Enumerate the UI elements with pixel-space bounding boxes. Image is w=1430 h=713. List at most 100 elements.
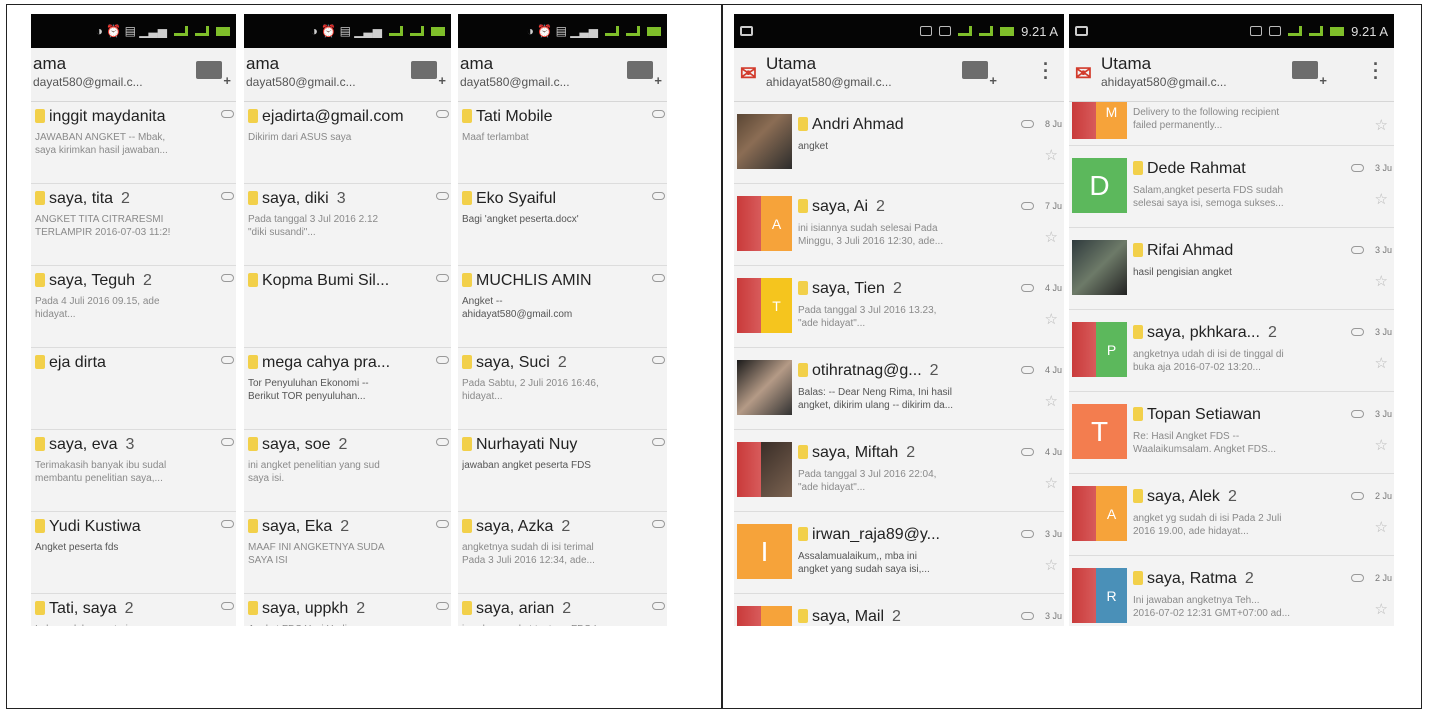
message-row[interactable]: inggit maydanita JAWABAN ANGKET -- Mbak, … [31, 102, 236, 184]
message-row[interactable]: Eko Syaiful Bagi 'angket peserta.docx' [458, 184, 667, 266]
message-row[interactable]: saya, Eka 2 MAAF INI ANGKETNYA SUDA SAYA I… [244, 512, 451, 594]
star-icon[interactable]: ☆ [1045, 228, 1058, 246]
star-icon[interactable]: ☆ [1375, 116, 1388, 134]
star-icon[interactable]: ☆ [1375, 600, 1388, 618]
sender-avatar[interactable]: D [1072, 158, 1127, 213]
sender-avatar[interactable]: T [737, 278, 792, 333]
message-row[interactable]: Msaya, Mail23 Ju☆ [734, 594, 1064, 626]
star-icon[interactable]: ☆ [1375, 272, 1388, 290]
star-icon[interactable]: ☆ [1045, 474, 1058, 492]
compose-icon[interactable] [1292, 61, 1327, 88]
avatar-tile: P [1096, 322, 1127, 377]
sender-avatar[interactable]: P [1072, 322, 1127, 377]
message-row[interactable]: saya, uppkh 2 Angket FDS Yoni Hudiarmawa [244, 594, 451, 626]
message-list[interactable]: Tati Mobile Maaf terlambat Eko Syaiful Bagi… [458, 102, 667, 626]
message-snippet: Terimakasih banyak ibu sudal membantu pe… [35, 460, 167, 484]
thread-count: 2 [356, 600, 366, 617]
star-icon[interactable]: ☆ [1375, 190, 1388, 208]
message-row[interactable]: Kopma Bumi Sil... [244, 266, 451, 348]
sender-name: saya, eva [49, 436, 118, 453]
message-row[interactable]: Yudi Kustiwa Angket peserta fds [31, 512, 236, 594]
star-icon[interactable]: ☆ [1045, 310, 1058, 328]
message-list[interactable]: M Delivery to the following recipient fai… [1069, 102, 1394, 626]
sender-avatar[interactable] [737, 360, 792, 415]
sender-avatar[interactable]: M [1072, 102, 1127, 139]
message-row[interactable]: Psaya, pkhkara... 2 3 Ju angketnya udah di … [1069, 310, 1394, 392]
message-row[interactable]: Rsaya, Ratma 2 2 Ju Ini jawaban angketnya T… [1069, 556, 1394, 626]
message-row[interactable]: saya, arian 2 jawaban angket tentang FDS I [458, 594, 667, 626]
sender-avatar[interactable]: A [1072, 486, 1127, 541]
message-row[interactable]: ejadirta@gmail.com Dikirim dari ASUS saya [244, 102, 451, 184]
message-row[interactable]: Rifai Ahmad 3 Ju hasil pengisian angket ☆ [1069, 228, 1394, 310]
message-row[interactable]: saya, Azka 2 angketnya sudah di isi terima… [458, 512, 667, 594]
avatar-letter: R [1106, 587, 1117, 604]
star-icon[interactable]: ☆ [1375, 354, 1388, 372]
message-row[interactable]: Nurhayati Nuy jawaban angket peserta FDS [458, 430, 667, 512]
attachment-icon [1021, 612, 1034, 620]
message-row[interactable]: saya, diki 3 Pada tanggal 3 Jul 2016 2.12 … [244, 184, 451, 266]
message-row[interactable]: MUCHLIS AMIN Angket -- ahidayat580@gmail.… [458, 266, 667, 348]
account-email[interactable]: dayat580@gmail.c... [33, 75, 143, 89]
message-row[interactable]: saya, eva 3 Terimakasih banyak ibu sudal m… [31, 430, 236, 512]
compose-icon[interactable] [411, 61, 446, 88]
battery-icon [647, 26, 661, 36]
message-row[interactable]: Asaya, Ai 2 7 Ju ini isiannya sudah selesai… [734, 184, 1064, 266]
sender-avatar[interactable]: A [737, 196, 792, 251]
star-icon[interactable]: ☆ [1375, 436, 1388, 454]
message-row[interactable]: saya, Miftah 2 4 Ju Pada tanggal 3 Jul 2016… [734, 430, 1064, 512]
message-row[interactable]: Tsaya, Tien 2 4 Ju Pada tanggal 3 Jul 2016 … [734, 266, 1064, 348]
thread-count: 2 [562, 600, 572, 617]
message-row[interactable]: T Topan Setiawan 3 Ju Re: Hasil Angket FDS … [1069, 392, 1394, 474]
star-icon[interactable]: ☆ [1045, 392, 1058, 410]
message-sender: saya, Ratma 2 [1133, 570, 1254, 588]
message-row[interactable]: saya, soe 2 ini angket penelitian yang sud… [244, 430, 451, 512]
sender-avatar[interactable]: T [1072, 404, 1127, 459]
message-row[interactable]: saya, Suci 2 Pada Sabtu, 2 Juli 2016 16:46… [458, 348, 667, 430]
star-icon[interactable]: ☆ [1045, 556, 1058, 574]
sender-avatar[interactable] [737, 442, 792, 497]
star-icon[interactable]: ☆ [1045, 146, 1058, 164]
avatar-letter: A [771, 215, 782, 232]
attachment-icon [1021, 202, 1034, 210]
gmail-logo-icon[interactable]: ✉ [1075, 64, 1092, 84]
message-row[interactable]: otihratnag@g... 2 4 Ju Balas: -- Dear Neng … [734, 348, 1064, 430]
message-row[interactable]: Iirwan_raja89@y... 3 Ju Assalamualaikum,, … [734, 512, 1064, 594]
message-list[interactable]: Andri Ahmad 8 Ju angket ☆ Asaya, Ai 2 7 Ju ini … [734, 102, 1064, 626]
account-email[interactable]: ahidayat580@gmail.c... [766, 75, 892, 89]
account-email[interactable]: dayat580@gmail.c... [246, 75, 356, 89]
compose-icon[interactable] [962, 61, 997, 88]
compose-icon[interactable] [196, 61, 231, 88]
sender-avatar[interactable]: I [737, 524, 792, 579]
message-date: 2 Ju [1374, 491, 1392, 501]
star-icon[interactable]: ☆ [1375, 518, 1388, 536]
label-icon [35, 601, 45, 615]
message-list[interactable]: ejadirta@gmail.com Dikirim dari ASUS saya… [244, 102, 451, 626]
message-row[interactable]: Tati, saya 2 Ia bu sudah saya terima, [31, 594, 236, 626]
message-row[interactable]: Tati Mobile Maaf terlambat [458, 102, 667, 184]
compose-icon[interactable] [627, 61, 662, 88]
account-email[interactable]: dayat580@gmail.c... [460, 75, 570, 89]
sender-avatar[interactable]: R [1072, 568, 1127, 623]
sender-avatar[interactable] [1072, 240, 1127, 295]
message-row[interactable]: M Delivery to the following recipient fai… [1069, 102, 1394, 146]
message-sender: Tati Mobile [462, 108, 552, 126]
label-icon [248, 437, 258, 451]
sender-avatar[interactable] [737, 114, 792, 169]
message-row[interactable]: mega cahya pra... Tor Penyuluhan Ekonomi … [244, 348, 451, 430]
sender-name: irwan_raja89@y... [812, 526, 940, 543]
message-date: 3 Ju [1374, 163, 1392, 173]
message-row[interactable]: Andri Ahmad 8 Ju angket ☆ [734, 102, 1064, 184]
sender-avatar[interactable]: M [737, 606, 792, 626]
overflow-menu-icon[interactable]: · · · [1043, 55, 1049, 87]
overflow-menu-icon[interactable]: · · · [1373, 55, 1379, 87]
label-icon [35, 191, 45, 205]
message-row[interactable]: saya, tita 2 ANGKET TITA CITRARESMI TERLAM… [31, 184, 236, 266]
account-email[interactable]: ahidayat580@gmail.c... [1101, 75, 1227, 89]
message-row[interactable]: saya, Teguh 2 Pada 4 Juli 2016 09.15, ade … [31, 266, 236, 348]
message-list[interactable]: inggit maydanita JAWABAN ANGKET -- Mbak, … [31, 102, 236, 626]
message-row[interactable]: eja dirta [31, 348, 236, 430]
message-sender: otihratnag@g... 2 [798, 362, 939, 380]
message-row[interactable]: D Dede Rahmat 3 Ju Salam,angket peserta FDS… [1069, 146, 1394, 228]
message-row[interactable]: Asaya, Alek 2 2 Ju angket yg sudah di isi P… [1069, 474, 1394, 556]
gmail-logo-icon[interactable]: ✉ [740, 64, 757, 84]
